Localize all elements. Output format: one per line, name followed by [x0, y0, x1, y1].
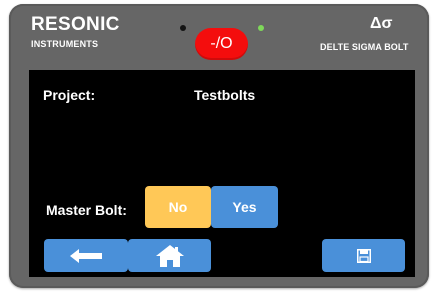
status-led-off — [180, 25, 186, 31]
back-button[interactable] — [44, 239, 128, 272]
model-symbol: Δσ — [370, 15, 393, 32]
power-button[interactable]: -/O — [195, 28, 248, 60]
home-icon — [155, 244, 184, 267]
master-bolt-label: Master Bolt: — [46, 202, 127, 218]
save-icon — [356, 248, 371, 263]
brand-subtitle: INSTRUMENTS — [31, 39, 99, 49]
master-bolt-no-button[interactable]: No — [145, 186, 211, 228]
arrow-left-icon — [70, 248, 102, 263]
save-button[interactable] — [322, 239, 405, 272]
home-button[interactable] — [128, 239, 211, 272]
brand-name: RESONIC — [31, 14, 120, 35]
model-name: DELTE SIGMA BOLT — [320, 42, 409, 52]
status-led-on — [258, 25, 264, 31]
master-bolt-yes-button[interactable]: Yes — [211, 186, 278, 228]
project-value: Testbolts — [194, 87, 256, 103]
project-label: Project: — [43, 87, 96, 103]
